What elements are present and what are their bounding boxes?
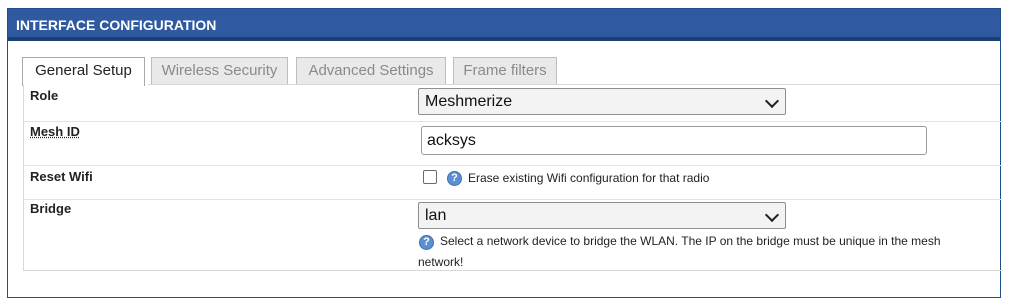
role-select[interactable]: Meshmerize [418,88,786,115]
reset-wifi-row: Reset Wifi ? Erase existing Wifi configu… [24,166,1002,200]
reset-wifi-checkbox[interactable] [423,170,437,184]
mesh-id-label: Mesh ID [30,124,80,139]
general-setup-content: Role Meshmerize Mesh ID acksys Reset Wif… [23,85,1002,271]
mesh-id-input[interactable]: acksys [421,126,927,155]
interface-configuration-panel: INTERFACE CONFIGURATION General Setup Wi… [7,8,1002,298]
tab-frame-filters[interactable]: Frame filters [453,57,557,85]
mesh-id-row: Mesh ID acksys [24,122,1002,166]
help-icon: ? [447,171,462,186]
chevron-down-icon [764,93,780,109]
bridge-hint-line2: network! [418,255,464,269]
chevron-down-icon [764,207,780,223]
role-row: Role Meshmerize [24,85,1002,122]
bridge-select[interactable]: lan [418,202,786,229]
panel-title: INTERFACE CONFIGURATION [8,9,1000,41]
tab-general-setup[interactable]: General Setup [22,57,145,86]
tab-wireless-security[interactable]: Wireless Security [151,57,288,85]
help-icon: ? [419,235,434,250]
bridge-label: Bridge [30,201,72,216]
bridge-hint-line1: Select a network device to bridge the WL… [440,234,941,248]
role-label: Role [30,88,59,103]
reset-wifi-hint: Erase existing Wifi configuration for th… [468,171,710,185]
role-select-value: Meshmerize [425,93,513,110]
bridge-row: Bridge lan ? Select a network device to … [24,200,1002,270]
tab-advanced-settings[interactable]: Advanced Settings [296,57,446,85]
reset-wifi-label: Reset Wifi [30,169,93,184]
bridge-select-value: lan [425,207,447,224]
